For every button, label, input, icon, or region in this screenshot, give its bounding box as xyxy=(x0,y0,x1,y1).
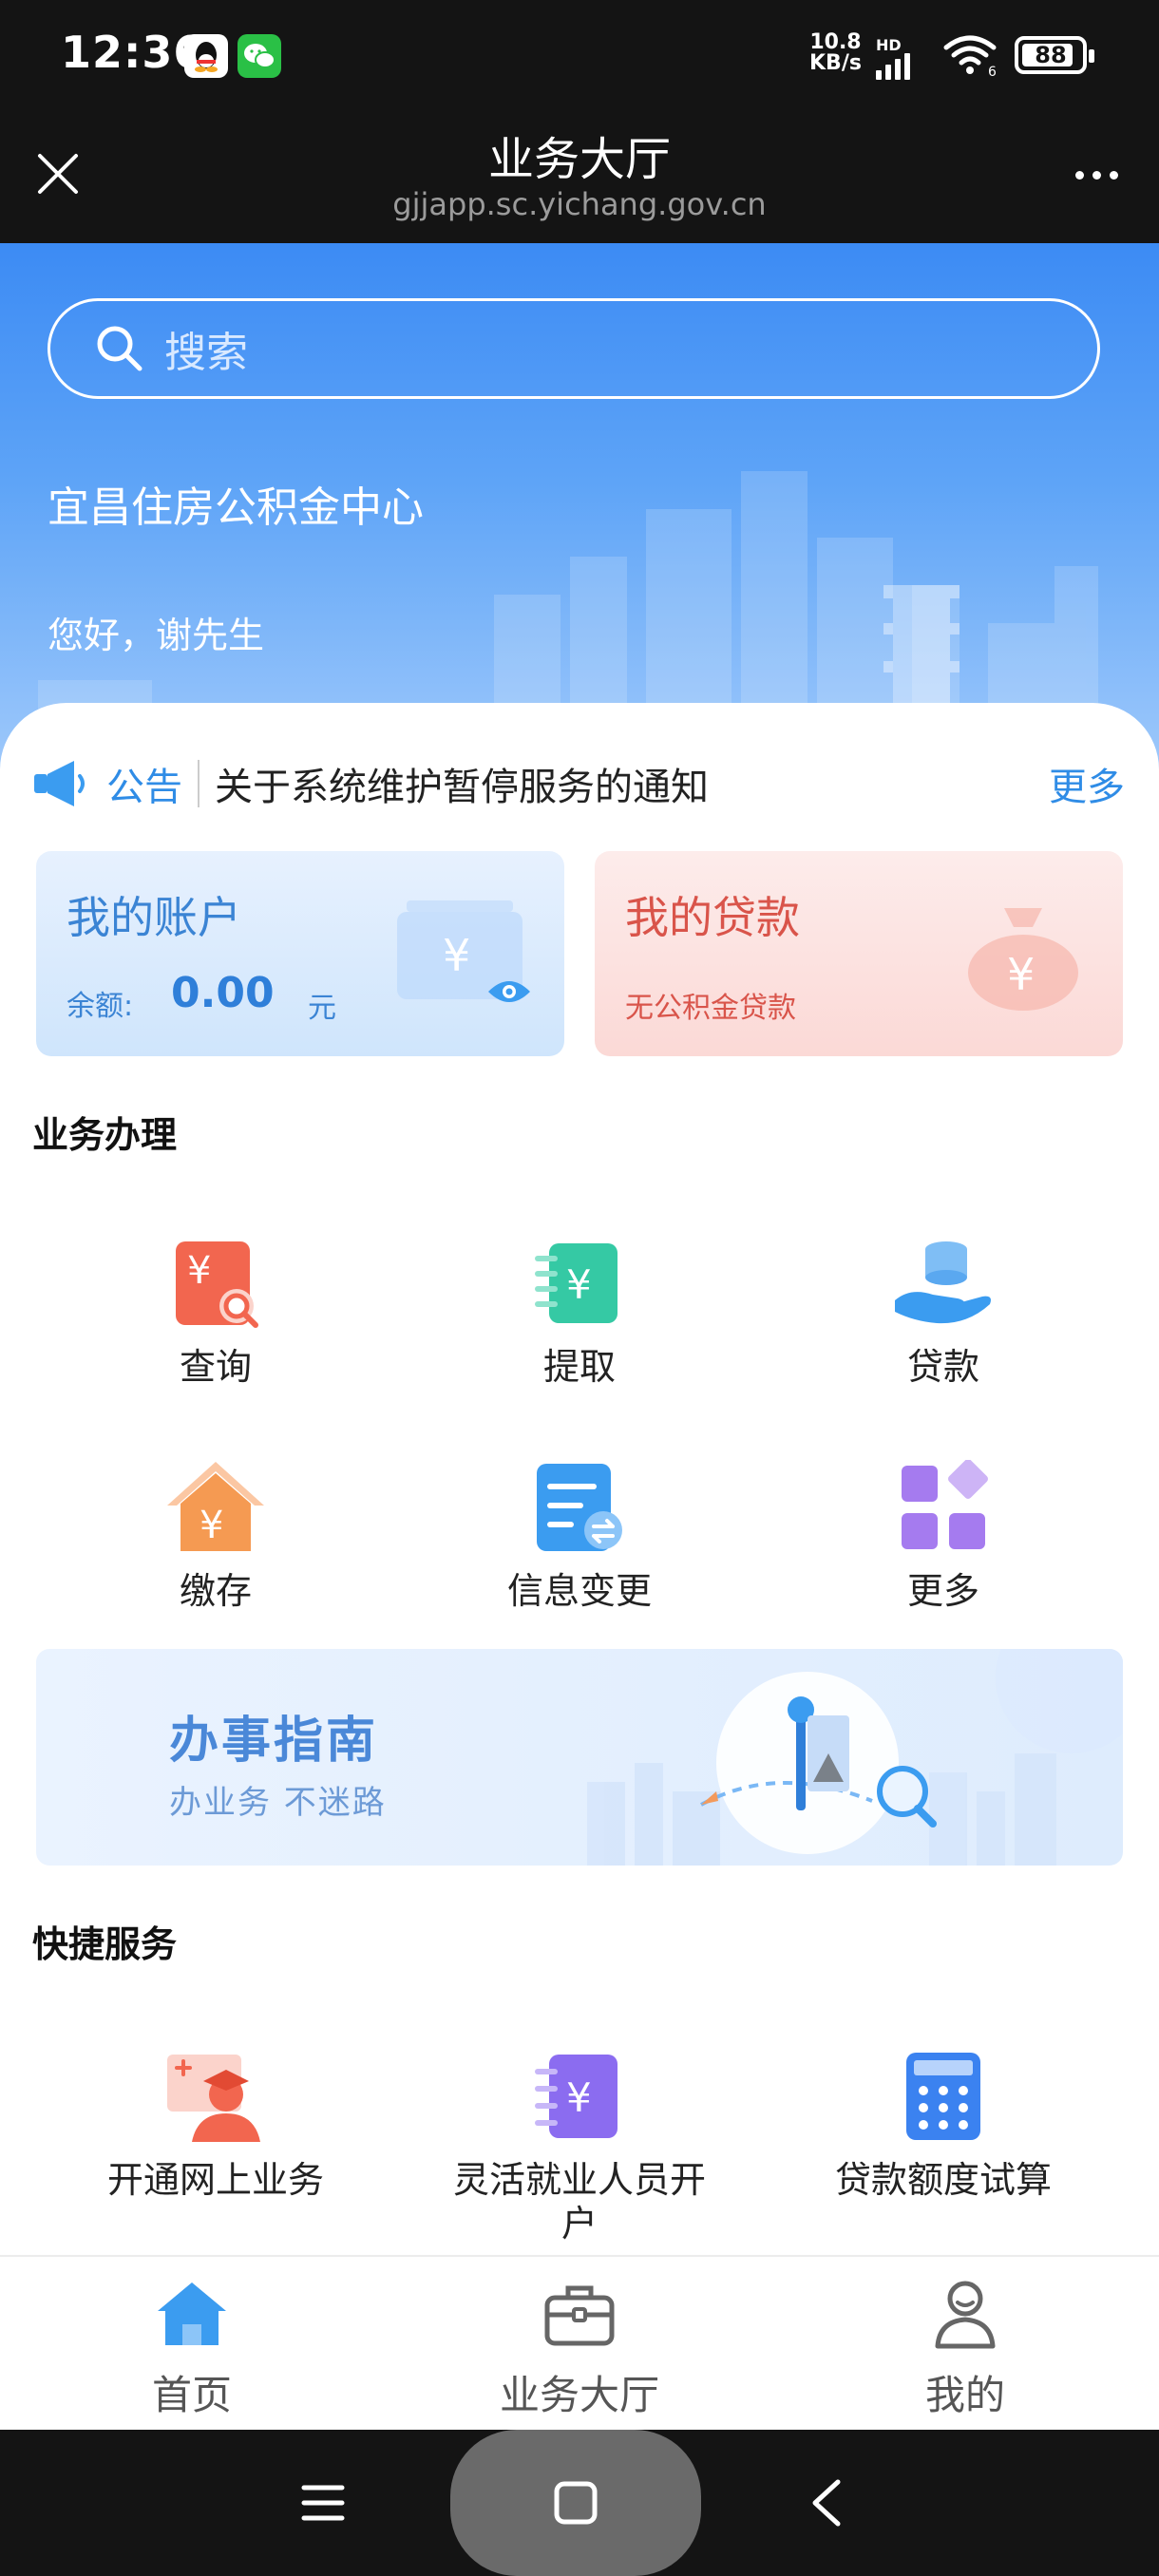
announcement-bar[interactable]: 公告 关于系统维护暂停服务的通知 更多 xyxy=(32,750,1125,817)
online-business-icon xyxy=(163,2044,268,2149)
status-time: 12:36 xyxy=(61,27,205,78)
tab-business-hall[interactable]: 业务大厅 xyxy=(437,2274,722,2421)
qq-notification-icon xyxy=(184,34,228,78)
money-bag-icon: ¥ xyxy=(968,908,1078,1011)
guide-subtitle: 办业务 不迷路 xyxy=(169,1784,387,1822)
net-speed-value: 10.8 xyxy=(809,30,862,54)
home-icon xyxy=(49,2274,334,2354)
open-online-business-label: 开通网上业务 xyxy=(106,2159,324,2201)
tab-home-label: 首页 xyxy=(151,2372,232,2418)
svg-text:¥: ¥ xyxy=(566,1261,592,1308)
svg-text:¥: ¥ xyxy=(187,1249,211,1293)
svg-text:¥: ¥ xyxy=(566,2074,592,2121)
search-icon xyxy=(97,326,142,371)
my-account-card[interactable]: ¥ 我的账户 余额: 0.00 元 xyxy=(36,851,564,1056)
loan-label: 贷款 xyxy=(906,1346,979,1388)
loan-button[interactable]: 贷款 xyxy=(801,1231,1086,1402)
announcement-tag: 公告 xyxy=(106,766,182,809)
search-placeholder: 搜索 xyxy=(164,329,248,377)
megaphone-icon xyxy=(34,761,85,806)
more-dot-icon xyxy=(1092,170,1101,180)
house-deposit-icon: ¥ xyxy=(163,1455,268,1560)
deposit-button[interactable]: ¥ 缴存 xyxy=(73,1455,358,1626)
wifi-icon: 6 xyxy=(942,34,998,80)
more-dot-icon xyxy=(1074,170,1084,180)
divider xyxy=(198,760,200,807)
net-speed: 10.8 KB/s xyxy=(809,32,862,74)
network-type: HD xyxy=(876,36,902,54)
svg-text:¥: ¥ xyxy=(443,930,470,981)
system-navigation-bar xyxy=(0,2430,1159,2576)
business-section-title: 业务办理 xyxy=(32,1114,178,1156)
tab-mine[interactable]: 我的 xyxy=(823,2274,1108,2421)
tab-business-hall-label: 业务大厅 xyxy=(499,2372,659,2418)
page-url: gjjapp.sc.yichang.gov.cn xyxy=(392,186,767,222)
more-services-button[interactable]: 更多 xyxy=(801,1455,1086,1626)
main-content: 公告 关于系统维护暂停服务的通知 更多 ¥ 我的账户 余额: 0.00 元 ¥ … xyxy=(0,703,1159,2257)
more-dot-icon xyxy=(1109,170,1118,180)
menu-icon xyxy=(301,2485,345,2521)
loan-calculator-button[interactable]: 贷款额度试算 xyxy=(801,2044,1086,2215)
service-guide-banner[interactable]: 办事指南 办业务 不迷路 xyxy=(36,1649,1123,1866)
battery-indicator: 88 xyxy=(1015,36,1094,74)
tab-home[interactable]: 首页 xyxy=(49,2274,334,2421)
flexible-employee-account-label: 灵活就业人员开户 xyxy=(452,2159,706,2245)
page-title: 业务大厅 xyxy=(487,133,671,186)
balance-unit: 元 xyxy=(308,992,336,1025)
ledger-icon: ¥ xyxy=(527,2044,632,2149)
signal-icon xyxy=(876,53,910,80)
quick-services-title: 快捷服务 xyxy=(32,1923,178,1965)
loan-status: 无公积金贷款 xyxy=(625,992,796,1025)
loan-calculator-label: 贷款额度试算 xyxy=(834,2159,1052,2201)
announcement-more-link[interactable]: 更多 xyxy=(1049,756,1125,811)
query-icon: ¥ xyxy=(163,1231,268,1335)
square-home-icon xyxy=(554,2481,598,2525)
more-services-label: 更多 xyxy=(906,1570,979,1612)
calculator-icon xyxy=(891,2044,996,2149)
recent-apps-button[interactable] xyxy=(285,2430,361,2576)
tab-mine-label: 我的 xyxy=(924,2372,1005,2418)
info-change-label: 信息变更 xyxy=(506,1570,652,1612)
wechat-notification-icon xyxy=(238,34,281,78)
battery-level: 88 xyxy=(1035,42,1067,68)
more-options-button[interactable] xyxy=(1058,146,1134,203)
search-input[interactable]: 搜索 xyxy=(48,298,1100,399)
status-bar: 12:36 10.8 KB/s HD 6 88 xyxy=(0,0,1159,114)
user-profile-icon xyxy=(823,2274,1108,2354)
withdraw-button[interactable]: ¥ 提取 xyxy=(437,1231,722,1402)
back-button[interactable] xyxy=(788,2430,864,2576)
loan-coins-hand-icon xyxy=(891,1231,996,1335)
guide-title: 办事指南 xyxy=(169,1713,379,1770)
hero-banner: 搜索 宜昌住房公积金中心 您好，谢先生 xyxy=(0,243,1159,775)
query-button[interactable]: ¥ 查询 xyxy=(73,1231,358,1402)
webview-titlebar: 业务大厅 gjjapp.sc.yichang.gov.cn xyxy=(0,114,1159,243)
loan-title: 我的贷款 xyxy=(625,892,800,943)
open-online-business-button[interactable]: 开通网上业务 xyxy=(73,2044,358,2215)
svg-text:¥: ¥ xyxy=(1007,949,1035,1000)
balance-value: 0.00 xyxy=(171,969,275,1017)
info-change-icon xyxy=(527,1455,632,1560)
withdraw-icon: ¥ xyxy=(527,1231,632,1335)
flexible-employee-account-button[interactable]: ¥ 灵活就业人员开户 xyxy=(437,2044,722,2245)
grid-more-icon xyxy=(891,1455,996,1560)
org-name: 宜昌住房公积金中心 xyxy=(48,483,424,532)
briefcase-icon xyxy=(437,2274,722,2354)
query-label: 查询 xyxy=(179,1346,252,1388)
balance-label: 余额: xyxy=(66,990,134,1023)
user-greeting: 您好，谢先生 xyxy=(48,615,265,656)
my-loan-card[interactable]: ¥ 我的贷款 无公积金贷款 xyxy=(595,851,1123,1056)
svg-text:¥: ¥ xyxy=(200,1504,223,1547)
home-button[interactable] xyxy=(450,2430,701,2576)
eye-icon[interactable] xyxy=(486,976,532,1007)
bottom-tab-bar: 首页 业务大厅 我的 xyxy=(0,2255,1159,2430)
account-title: 我的账户 xyxy=(66,892,241,943)
info-change-button[interactable]: 信息变更 xyxy=(437,1455,722,1626)
back-chevron-icon xyxy=(812,2479,841,2527)
deposit-label: 缴存 xyxy=(179,1570,252,1612)
withdraw-label: 提取 xyxy=(542,1346,616,1388)
svg-text:6: 6 xyxy=(988,65,997,76)
net-speed-unit: KB/s xyxy=(809,51,862,75)
announcement-text[interactable]: 关于系统维护暂停服务的通知 xyxy=(215,756,1049,811)
